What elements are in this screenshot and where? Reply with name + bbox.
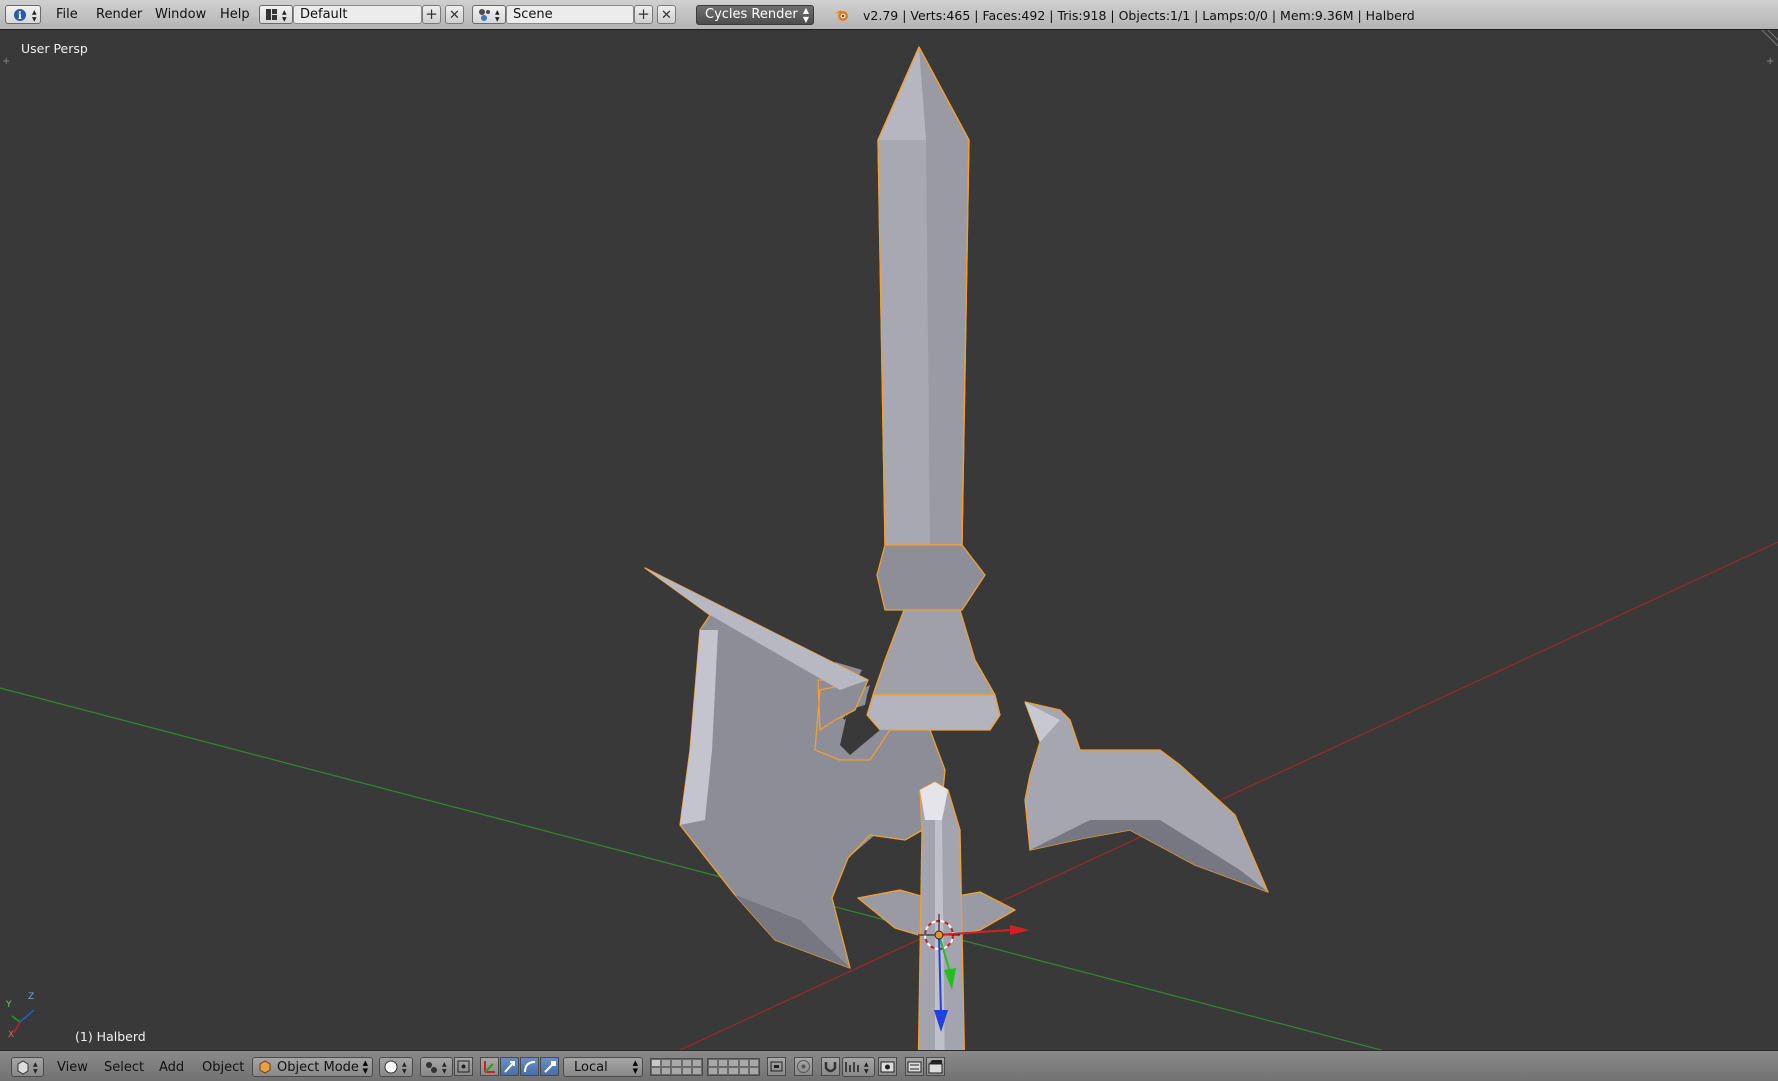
pivot-manipulate-centers-button[interactable] xyxy=(454,1057,473,1076)
opengl-render-animation-button[interactable] xyxy=(905,1057,924,1076)
scene-icon: ▲▼ xyxy=(479,9,500,23)
info-icon: i ▲▼ xyxy=(14,9,37,23)
region-toggle-right-icon: + xyxy=(1766,56,1774,67)
delete-screen-button[interactable]: ✕ xyxy=(445,5,464,24)
gizmo-z-label: Z xyxy=(28,992,35,1002)
updown-arrows-icon: ▲ ▼ xyxy=(362,1059,368,1075)
scene-browse[interactable]: ▲ ▼ xyxy=(472,5,506,24)
interaction-mode-select[interactable]: Object Mode ▲ ▼ xyxy=(252,1057,373,1077)
render-engine-label: Cycles Render xyxy=(705,7,798,22)
clapper-icon xyxy=(928,1060,943,1074)
svg-text:▼: ▼ xyxy=(32,16,37,23)
opengl-render-camera-button[interactable] xyxy=(926,1057,945,1076)
plus-icon: + xyxy=(425,5,438,23)
cube-view-icon: ▲▼ xyxy=(17,1060,38,1075)
gizmo-x-label: X xyxy=(8,1030,15,1040)
svg-text:i: i xyxy=(18,11,22,22)
3d-viewport[interactable]: + + User Persp (1) Halberd Z Y X xyxy=(0,30,1778,1050)
updown-arrows-icon: ▲ ▼ xyxy=(632,1059,638,1075)
manipulate-centers-icon xyxy=(457,1060,470,1073)
proportional-edit-icon xyxy=(797,1060,810,1073)
svg-text:▲: ▲ xyxy=(864,1061,869,1068)
lock-camera-layers-button[interactable] xyxy=(767,1057,786,1076)
svg-text:▲: ▲ xyxy=(442,1061,447,1068)
orientation-label: Local xyxy=(574,1060,608,1075)
svg-text:▲: ▲ xyxy=(495,9,500,16)
scale-icon xyxy=(544,1061,556,1073)
3d-view-header: ▲ ▼ View Select Add Object Object Mode ▲ ▼… xyxy=(0,1050,1778,1081)
menu-add[interactable]: Add xyxy=(159,1060,184,1075)
rotate-manipulator-button[interactable] xyxy=(520,1057,539,1076)
pivot-icon: ▲▼ xyxy=(426,1061,447,1075)
solid-shading-icon: ▲▼ xyxy=(384,1060,407,1075)
menu-window[interactable]: Window xyxy=(155,7,206,22)
active-object-label: (1) Halberd xyxy=(75,1029,146,1044)
viewport-shading-select[interactable]: ▲ ▼ xyxy=(379,1057,413,1077)
layout-grid-icon: ▲▼ xyxy=(266,9,287,23)
screen-layout-browse[interactable]: ▲ ▼ xyxy=(259,5,293,24)
add-screen-button[interactable]: + xyxy=(422,5,441,24)
region-toggle-left-icon: + xyxy=(2,56,10,67)
add-scene-button[interactable]: + xyxy=(634,5,653,24)
svg-text:▼: ▼ xyxy=(282,16,287,23)
plus-icon: + xyxy=(637,5,650,23)
svg-text:▲: ▲ xyxy=(32,9,37,16)
editor-type-button[interactable]: i ▲ ▼ xyxy=(5,5,41,24)
halberd-mesh[interactable] xyxy=(644,46,1269,1050)
gizmo-y-label: Y xyxy=(6,1000,12,1010)
opengl-render-button[interactable] xyxy=(878,1057,897,1076)
menu-select[interactable]: Select xyxy=(104,1060,144,1075)
screen-layout-name[interactable]: Default xyxy=(293,5,422,24)
render-image-icon xyxy=(880,1061,895,1073)
svg-text:▼: ▼ xyxy=(402,1068,407,1075)
scale-manipulator-button[interactable] xyxy=(540,1057,559,1076)
render-animation-icon xyxy=(907,1061,922,1073)
menu-help[interactable]: Help xyxy=(220,7,250,22)
rotate-arc-icon xyxy=(524,1061,536,1073)
snap-toggle-button[interactable] xyxy=(821,1057,840,1076)
object-mode-icon xyxy=(259,1060,271,1074)
manipulator-toggle-button[interactable] xyxy=(480,1057,499,1076)
proportional-editing-button[interactable] xyxy=(794,1057,813,1076)
svg-text:▲: ▲ xyxy=(33,1061,38,1068)
blender-logo-icon xyxy=(834,10,848,21)
magnet-icon xyxy=(824,1062,837,1073)
menu-render[interactable]: Render xyxy=(96,7,142,22)
pivot-point-select[interactable]: ▲ ▼ xyxy=(420,1057,453,1077)
svg-text:▲: ▲ xyxy=(402,1061,407,1068)
render-engine-select[interactable]: Cycles Render ▲ ▼ xyxy=(696,5,814,25)
snap-increment-icon: ▲▼ xyxy=(845,1061,869,1075)
delete-scene-button[interactable]: ✕ xyxy=(657,5,676,24)
menu-view[interactable]: View xyxy=(57,1060,88,1075)
svg-text:▲: ▲ xyxy=(282,9,287,16)
menu-object[interactable]: Object xyxy=(202,1060,244,1075)
viewport-canvas[interactable]: + + xyxy=(0,30,1778,1050)
editor-type-3dview[interactable]: ▲ ▼ xyxy=(11,1057,44,1077)
svg-text:▼: ▼ xyxy=(33,1068,38,1075)
object-origin-icon xyxy=(934,930,944,940)
translate-manipulator-button[interactable] xyxy=(500,1057,519,1076)
view-type-label: User Persp xyxy=(21,41,88,56)
scene-statistics: v2.79 | Verts:465 | Faces:492 | Tris:918… xyxy=(863,8,1415,23)
layers-group-1[interactable] xyxy=(650,1058,703,1076)
svg-text:▼: ▼ xyxy=(864,1068,869,1075)
view-axis-gizmo xyxy=(11,1009,35,1034)
svg-text:▼: ▼ xyxy=(495,16,500,23)
snap-element-select[interactable]: ▲ ▼ xyxy=(842,1057,875,1077)
translate-arrow-icon xyxy=(504,1061,515,1073)
layers-group-2[interactable] xyxy=(707,1058,760,1076)
updown-arrows-icon: ▲ ▼ xyxy=(802,6,809,24)
transform-orientation-select[interactable]: Local ▲ ▼ xyxy=(563,1057,643,1077)
mode-label: Object Mode xyxy=(277,1060,359,1075)
svg-text:▼: ▼ xyxy=(442,1068,447,1075)
close-icon: ✕ xyxy=(661,8,672,23)
info-header: i ▲ ▼ File Render Window Help ▲ ▼ Default … xyxy=(0,0,1778,30)
scene-name[interactable]: Scene xyxy=(506,5,634,24)
menu-file[interactable]: File xyxy=(56,7,78,22)
close-icon: ✕ xyxy=(449,8,460,23)
layers-lock-icon xyxy=(770,1061,783,1072)
x-arrow-icon xyxy=(1010,925,1030,935)
manipulator-icon xyxy=(484,1061,495,1073)
